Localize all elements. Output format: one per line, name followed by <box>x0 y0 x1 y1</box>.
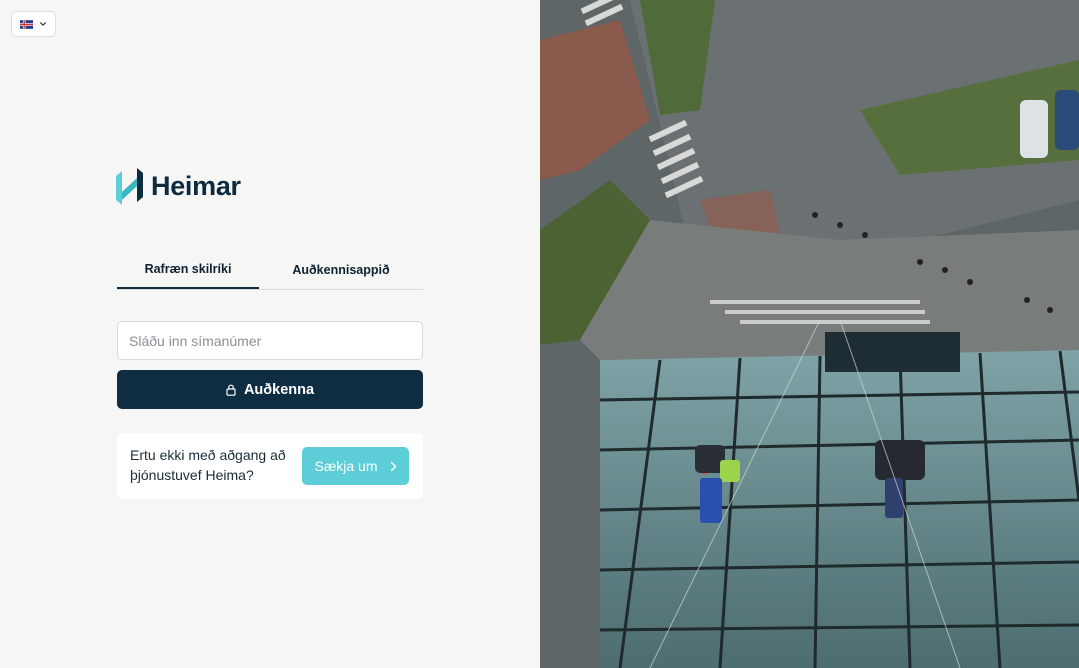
auth-method-tabs: Rafræn skilríki Auðkennisappið <box>117 250 423 290</box>
brand-logo: Heimar <box>116 168 241 205</box>
chevron-down-icon <box>40 22 46 26</box>
brand-name: Heimar <box>151 171 241 201</box>
aerial-window-cleaners-photo <box>540 0 1079 668</box>
lock-icon <box>226 384 236 396</box>
signup-prompt: Ertu ekki með aðgang að þjónustuvef Heim… <box>130 447 286 483</box>
authenticate-button-label: Auðkenna <box>243 381 315 398</box>
signup-card: Ertu ekki með aðgang að þjónustuvef Heim… <box>117 433 423 499</box>
tab-electronic-id[interactable]: Rafræn skilríki <box>117 250 259 289</box>
apply-button-label: Sækja um <box>314 458 378 474</box>
hero-image-panel <box>540 0 1079 668</box>
phone-input[interactable] <box>117 321 423 360</box>
language-selector[interactable] <box>11 11 56 37</box>
chevron-right-icon <box>390 461 396 471</box>
login-panel: Heimar Rafræn skilríki Auðkennisappið Au… <box>0 0 540 668</box>
iceland-flag-icon <box>20 19 33 29</box>
apply-button[interactable]: Sækja um <box>302 447 409 485</box>
heimar-logo-icon <box>116 168 143 205</box>
tab-auth-app[interactable]: Auðkennisappið <box>259 250 423 289</box>
authenticate-button[interactable]: Auðkenna <box>117 370 423 409</box>
